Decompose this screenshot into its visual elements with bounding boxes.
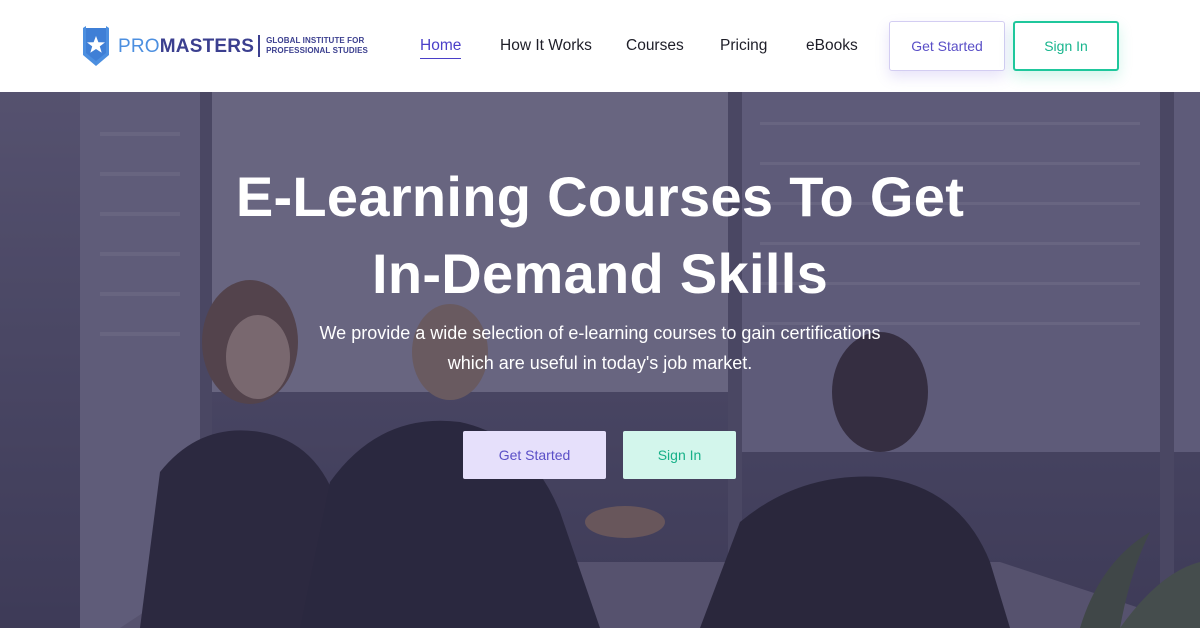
hero-sign-in-button[interactable]: Sign In — [623, 431, 736, 479]
hero-get-started-button[interactable]: Get Started — [463, 431, 606, 479]
header-sign-in-button[interactable]: Sign In — [1013, 21, 1119, 71]
logo-tagline-line1: GLOBAL INSTITUTE FOR — [266, 36, 365, 45]
hero-subtitle: We provide a wide selection of e-learnin… — [0, 318, 1200, 378]
hero-section: E-Learning Courses To Get In-Demand Skil… — [0, 92, 1200, 628]
star-shield-icon — [83, 26, 109, 66]
logo-tagline-line2: PROFESSIONAL STUDIES — [266, 46, 368, 55]
logo-tagline: GLOBAL INSTITUTE FOR PROFESSIONAL STUDIE… — [266, 36, 368, 56]
nav-item-ebooks[interactable]: eBooks — [806, 36, 858, 56]
nav-item-home[interactable]: Home — [420, 36, 462, 59]
nav-item-pricing[interactable]: Pricing — [720, 36, 767, 56]
logo-wordmark: PROMASTERS — [118, 37, 254, 56]
hero-subtitle-line2: which are useful in today's job market. — [447, 353, 753, 373]
logo-word-pro: PRO — [118, 35, 160, 57]
nav-item-how-it-works[interactable]: How It Works — [500, 36, 592, 56]
nav-item-courses[interactable]: Courses — [626, 36, 684, 56]
logo-divider — [258, 35, 261, 57]
hero-subtitle-line1: We provide a wide selection of e-learnin… — [319, 323, 881, 343]
promasters-logo[interactable]: PROMASTERS GLOBAL INSTITUTE FOR PROFESSI… — [82, 25, 368, 67]
header-get-started-button[interactable]: Get Started — [889, 21, 1005, 71]
logo-word-masters: MASTERS — [159, 35, 255, 57]
hero-title: E-Learning Courses To Get In-Demand Skil… — [0, 158, 1200, 312]
hero-title-line1: E-Learning Courses To Get — [235, 165, 965, 228]
hero-title-line2: In-Demand Skills — [371, 242, 829, 305]
site-header: PROMASTERS GLOBAL INSTITUTE FOR PROFESSI… — [0, 0, 1200, 92]
